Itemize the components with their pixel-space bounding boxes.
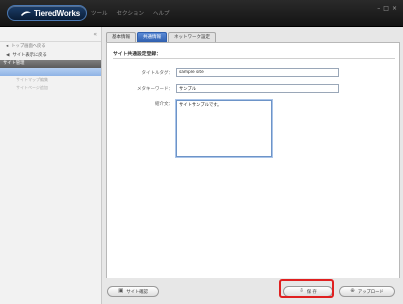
minimize-icon[interactable]: – [377,5,380,12]
logo-text: TieredWorks [34,9,80,18]
tab-common-info[interactable]: 共通情報 [137,32,167,42]
window-controls: – □ × [377,5,397,12]
logo-swoosh-icon [21,11,31,16]
close-icon[interactable]: × [392,5,397,12]
sidebar-item-label: トップ画面へ戻る [11,44,46,49]
description-textarea[interactable]: サイトサンプルです。 [176,100,272,157]
upload-button[interactable]: ⊕ アップロード [339,286,395,297]
sidebar-item-back-to-site[interactable]: ◀ サイト表示に戻る [0,51,101,60]
tab-basic-info[interactable]: 基本情報 [106,32,136,42]
menu-tools[interactable]: ツール [91,9,108,17]
sidebar-item-label: サイト表示に戻る [12,53,47,58]
main-area: 基本情報 共通情報 ネットワーク設定 サイト共通設定登録： タイトルタグ： メタ… [102,27,403,304]
site-confirm-button[interactable]: ▣ サイト確認 [107,286,159,297]
tab-bar: 基本情報 共通情報 ネットワーク設定 [102,32,216,42]
monitor-icon: ▣ [118,287,124,294]
sidebar-section-site-admin[interactable]: サイト管理 [0,60,101,68]
save-highlight-box [279,279,334,298]
site-confirm-label: サイト確認 [126,289,148,295]
back-arrow-icon: ◂ [6,44,9,49]
sidebar-sub-item-add-page[interactable]: サイトページ追加 [0,84,101,92]
upload-label: アップロード [357,289,384,295]
menu-help[interactable]: ヘルプ [153,9,170,17]
section-title: サイト共通設定登録： [113,52,161,57]
menu-section[interactable]: セクション [117,9,145,17]
title-tag-label: タイトルタグ： [141,71,174,76]
app-logo[interactable]: TieredWorks [7,5,87,21]
collapse-sidebar-icon[interactable]: « [93,31,97,38]
meta-keywords-input[interactable] [176,84,339,93]
sidebar: « ◂ トップ画面へ戻る ◀ サイト表示に戻る サイト管理 サイトマップ編集 サ… [0,27,102,304]
main-menu: ツール セクション ヘルプ [91,9,170,17]
back-arrow-icon: ◀ [6,53,10,58]
sidebar-sub-item-selected[interactable] [0,68,101,76]
settings-panel: サイト共通設定登録： タイトルタグ： メタキーワード： 紹介文： サイトサンプル… [106,42,400,294]
sidebar-sub-item-sitemap-edit[interactable]: サイトマップ編集 [0,76,101,84]
meta-keywords-label: メタキーワード： [137,87,173,92]
sidebar-header: « [0,27,101,42]
bottom-toolbar: ▣ サイト確認 ⇩ 保 存 ⊕ アップロード [102,278,403,304]
sidebar-item-back-to-top[interactable]: ◂ トップ画面へ戻る [0,42,101,51]
description-label: 紹介文： [155,102,173,107]
title-tag-input[interactable] [176,68,339,77]
divider [113,58,395,59]
upload-globe-icon: ⊕ [350,287,355,294]
title-bar: TieredWorks ツール セクション ヘルプ – □ × [0,0,403,27]
maximize-icon[interactable]: □ [383,5,389,12]
tab-network-settings[interactable]: ネットワーク設定 [168,32,216,42]
